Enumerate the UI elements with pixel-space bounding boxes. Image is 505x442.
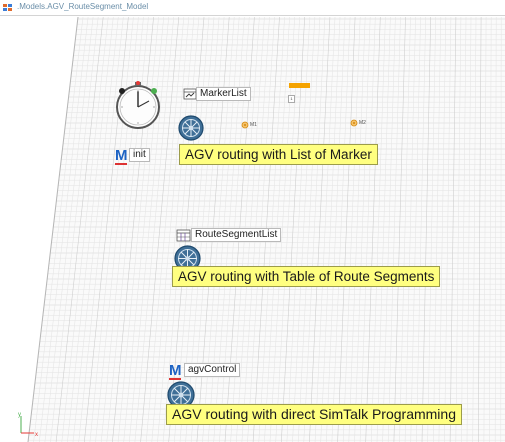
marker-icon[interactable]	[241, 121, 249, 129]
orange-sensor-bar[interactable]	[289, 83, 310, 88]
window-titlebar: .Models.AGV_RouteSegment_Model	[0, 0, 505, 16]
marker-label-m1: M1	[250, 122, 257, 128]
comment-table-of-route-segments[interactable]: AGV routing with Table of Route Segments	[172, 266, 441, 287]
marker-icon[interactable]	[350, 119, 358, 127]
method-glyph: M	[169, 362, 182, 379]
table-icon	[176, 229, 191, 242]
marker-label-m2: M2	[359, 120, 366, 126]
table-icon	[183, 88, 197, 100]
method-icon[interactable]: M	[169, 362, 182, 380]
method-icon[interactable]: M	[115, 147, 128, 165]
axis-x-label: x	[35, 432, 38, 438]
axis-y-label: y	[18, 412, 21, 418]
comment-direct-simtalk[interactable]: AGV routing with direct SimTalk Programm…	[166, 404, 462, 425]
method-glyph: M	[115, 147, 128, 164]
init-method-label[interactable]: init	[129, 148, 150, 162]
comment-list-of-marker[interactable]: AGV routing with List of Marker	[179, 144, 378, 165]
event-controller-clock-icon[interactable]	[114, 79, 164, 131]
small-tag: 1	[288, 95, 295, 103]
route-segment-list-label[interactable]: RouteSegmentList	[191, 228, 282, 242]
axis-indicator: y x	[18, 412, 38, 438]
model-frame-icon	[3, 4, 12, 11]
agv-control-method-label[interactable]: agvControl	[184, 363, 241, 377]
marker-list-label[interactable]: MarkerList	[196, 87, 251, 101]
window-title: .Models.AGV_RouteSegment_Model	[17, 2, 149, 11]
agv-icon[interactable]	[178, 115, 204, 141]
model-canvas[interactable]: y x MarkerList 1 M1 M2 M init AGV routin…	[0, 17, 505, 442]
